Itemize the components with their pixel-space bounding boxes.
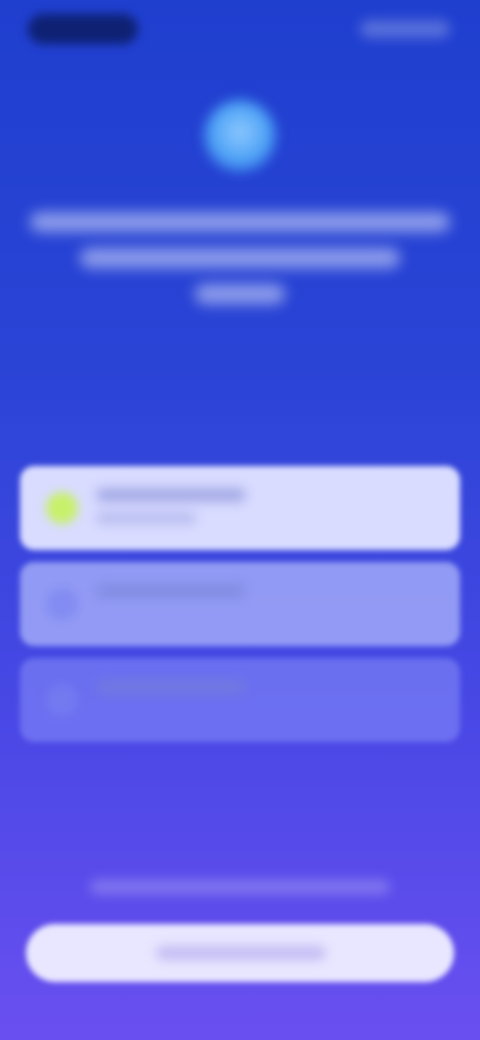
option-card-1[interactable] [20,466,460,550]
option-subtitle [96,512,196,524]
continue-button[interactable] [26,924,454,982]
option-title [96,584,246,598]
description-text [0,212,480,320]
continue-button-label [156,946,326,960]
status-bar [0,0,480,60]
option-title [96,680,246,694]
onboarding-screen [0,0,480,1040]
circle-icon [46,588,78,620]
circle-icon [46,684,78,716]
status-icons [360,20,450,38]
option-title [96,488,246,502]
status-time-pill [28,14,138,44]
description-line [80,248,400,268]
check-circle-icon [46,492,78,524]
option-card-3[interactable] [20,658,460,742]
brand-globe-icon [204,100,276,172]
option-list [20,466,460,754]
description-line [30,212,450,232]
option-card-2[interactable] [20,562,460,646]
description-line [195,284,285,304]
footer-note [90,880,390,894]
